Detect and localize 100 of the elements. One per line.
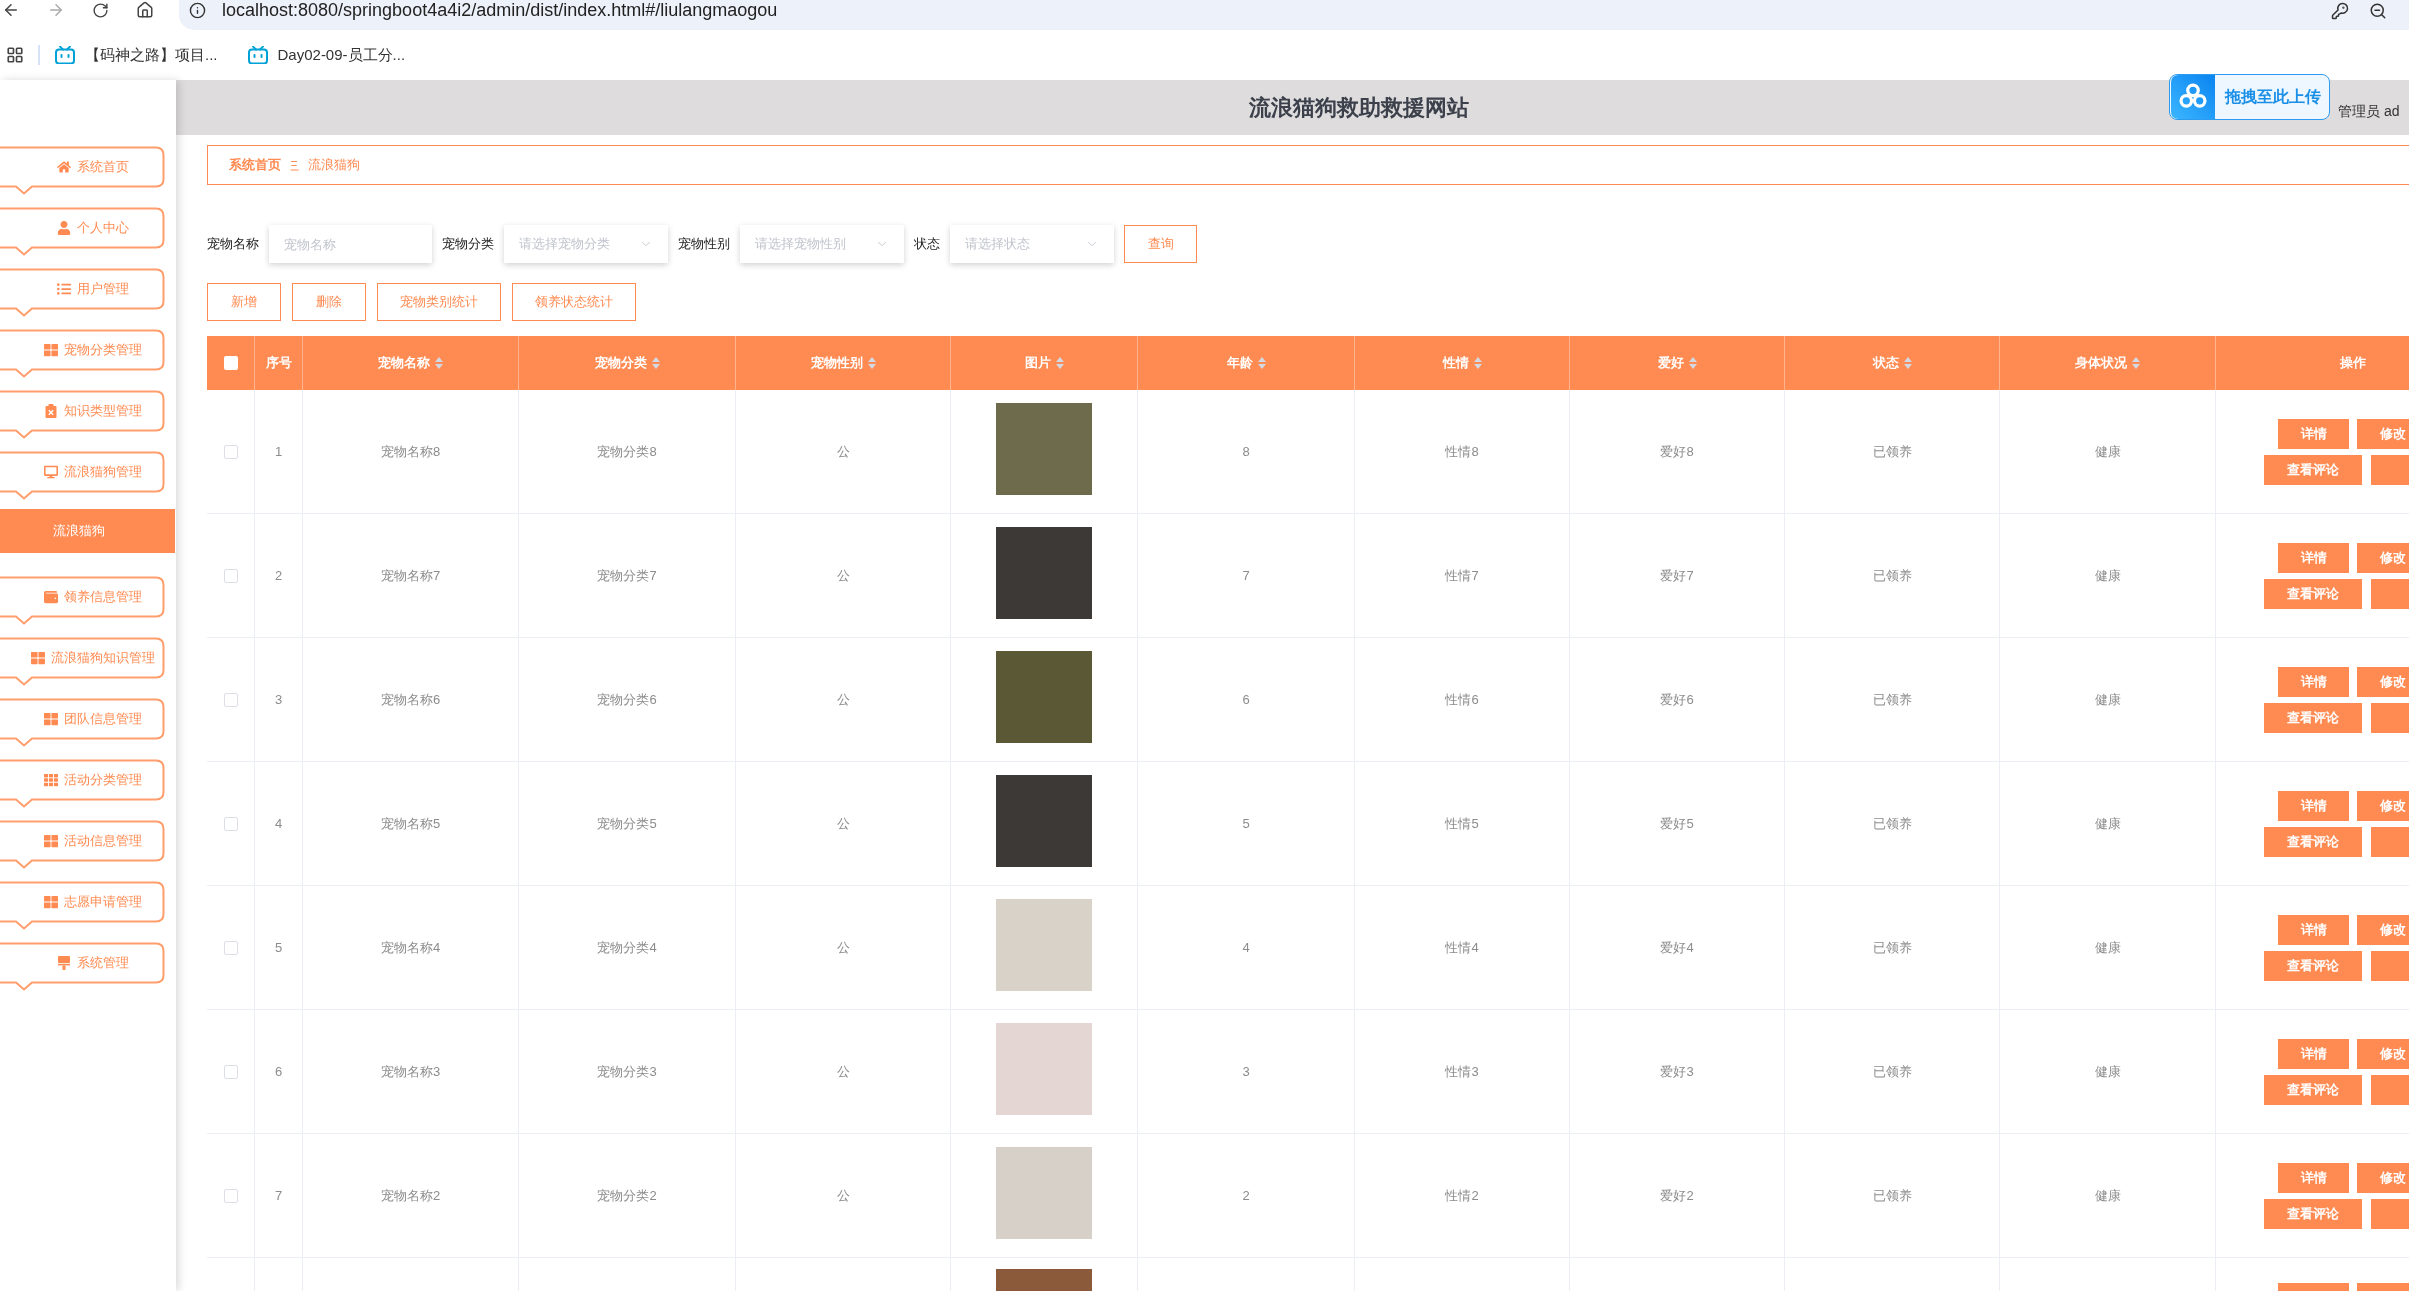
- row-action-button[interactable]: 详情: [2278, 914, 2349, 945]
- sidebar-item[interactable]: 系统管理: [0, 942, 165, 991]
- row-action-button[interactable]: 详情: [2278, 666, 2349, 697]
- row-action-button[interactable]: 查看评论: [2264, 826, 2362, 857]
- table-cell: 爱好5: [1570, 762, 1785, 886]
- column-header[interactable]: 图片: [951, 336, 1138, 390]
- column-header[interactable]: 宠物名称: [303, 336, 519, 390]
- breadcrumb-link[interactable]: 系统首页: [229, 155, 281, 175]
- table-cell: 爱好4: [1570, 886, 1785, 1010]
- sidebar-item[interactable]: 用户管理: [0, 268, 165, 317]
- bookmark-link[interactable]: 【码神之路】项目...: [55, 43, 218, 67]
- home-icon: [56, 160, 71, 174]
- sidebar-item[interactable]: 系统首页: [0, 146, 165, 195]
- row-action-button[interactable]: 查看评论: [2264, 454, 2362, 485]
- zoom-out-icon[interactable]: [2369, 1, 2387, 20]
- table-cell: 宠物名称6: [303, 638, 519, 762]
- tv-icon: [55, 46, 75, 64]
- column-header[interactable]: 状态: [1785, 336, 2000, 390]
- select-field[interactable]: 请选择宠物分类: [504, 225, 668, 263]
- row-checkbox[interactable]: [223, 1188, 238, 1203]
- address-bar[interactable]: localhost:8080/springboot4a4i2/admin/dist/index.html#/liulangmaogou: [179, 0, 2409, 30]
- row-checkbox[interactable]: [223, 1064, 238, 1079]
- row-action-button[interactable]: 查看评论: [2264, 702, 2362, 733]
- sidebar-item[interactable]: 流浪猫狗管理: [0, 451, 165, 500]
- field-label: 状态: [914, 235, 940, 254]
- toolbar-button[interactable]: 删除: [292, 283, 366, 321]
- column-header[interactable]: 宠物分类: [519, 336, 736, 390]
- sidebar-item[interactable]: 志愿申请管理: [0, 881, 165, 930]
- row-action-button[interactable]: 查看评论: [2264, 1198, 2362, 1229]
- table-cell: 爱好8: [1570, 390, 1785, 514]
- sidebar-item[interactable]: 领养信息管理: [0, 576, 165, 625]
- table-cell: 公: [736, 514, 951, 638]
- sort-icon: [1688, 357, 1697, 369]
- row-action-button[interactable]: 详情: [2278, 1162, 2349, 1193]
- toolbar-button[interactable]: 领养状态统计: [512, 283, 636, 321]
- row-checkbox[interactable]: [223, 692, 238, 707]
- row-action-button[interactable]: 修改: [2357, 914, 2409, 945]
- row-action-button[interactable]: 修改: [2357, 418, 2409, 449]
- column-header[interactable]: 宠物性别: [736, 336, 951, 390]
- row-action-button[interactable]: 修改: [2357, 1162, 2409, 1193]
- info-icon[interactable]: [189, 2, 206, 19]
- select-field[interactable]: 请选择状态: [950, 225, 1114, 263]
- toolbar-button[interactable]: 新增: [207, 283, 281, 321]
- apps-icon[interactable]: [6, 46, 24, 64]
- row-action-button[interactable]: 查看评论: [2264, 950, 2362, 981]
- search-input[interactable]: 宠物名称: [269, 225, 432, 263]
- select-all-checkbox[interactable]: [223, 356, 238, 370]
- back-icon[interactable]: [2, 1, 20, 19]
- sidebar-item[interactable]: 活动信息管理: [0, 820, 165, 869]
- sidebar-item[interactable]: 团队信息管理: [0, 698, 165, 747]
- home-icon[interactable]: [136, 1, 154, 19]
- row-action-button[interactable]: 修改: [2357, 1038, 2409, 1069]
- table-cell: 公: [736, 638, 951, 762]
- row-action-button[interactable]: 详情: [2278, 542, 2349, 573]
- grid-icon: [43, 895, 58, 909]
- search-button[interactable]: 查询: [1124, 225, 1197, 263]
- cloud-icon: [2170, 75, 2216, 119]
- row-checkbox[interactable]: [223, 816, 238, 831]
- row-action-button[interactable]: 详情: [2278, 418, 2349, 449]
- row-action-button[interactable]: 查看评论: [2264, 1074, 2362, 1105]
- sidebar-item[interactable]: 知识类型管理: [0, 390, 165, 439]
- table-cell: 性情8: [1355, 390, 1570, 514]
- row-checkbox[interactable]: [223, 940, 238, 955]
- row-checkbox[interactable]: [223, 568, 238, 583]
- table-cell: 宠物名称2: [303, 1134, 519, 1258]
- row-action-button[interactable]: 修改: [2357, 666, 2409, 697]
- reload-icon[interactable]: [92, 1, 109, 19]
- table-cell: 公: [736, 886, 951, 1010]
- column-header: 操作: [2216, 336, 2409, 390]
- table-cell: 3: [255, 638, 303, 762]
- row-action-button[interactable]: 详情: [2278, 1038, 2349, 1069]
- table-cell: 1: [255, 390, 303, 514]
- sidebar-item[interactable]: 个人中心: [0, 207, 165, 256]
- row-action-button[interactable]: 修改: [2357, 542, 2409, 573]
- row-action-button[interactable]: 修改: [2357, 790, 2409, 821]
- row-checkbox[interactable]: [223, 444, 238, 459]
- bookmark-link[interactable]: Day02-09-员工分...: [247, 43, 406, 67]
- table-cell: 已领养: [1785, 638, 2000, 762]
- sidebar-subitem[interactable]: 流浪猫狗: [0, 509, 175, 553]
- table-cell: 6: [255, 1010, 303, 1134]
- column-header[interactable]: 爱好: [1570, 336, 1785, 390]
- sidebar-item[interactable]: 宠物分类管理: [0, 329, 165, 378]
- user-icon: [56, 221, 71, 235]
- table-cell: 性情4: [1355, 886, 1570, 1010]
- select-field[interactable]: 请选择宠物性别: [740, 225, 904, 263]
- user-label: 管理员 ad: [2338, 102, 2400, 119]
- row-action-button[interactable]: 详情: [2278, 790, 2349, 821]
- sidebar-item[interactable]: 流浪猫狗知识管理: [0, 637, 165, 686]
- column-header[interactable]: 年龄: [1138, 336, 1355, 390]
- key-icon[interactable]: [2331, 1, 2349, 20]
- url-text[interactable]: localhost:8080/springboot4a4i2/admin/dist/index.html#/liulangmaogou: [222, 0, 778, 24]
- upload-widget[interactable]: 拖拽至此上传: [2169, 74, 2330, 120]
- column-header[interactable]: 身体状况: [2000, 336, 2216, 390]
- forward-icon[interactable]: [47, 1, 65, 19]
- row-action-button[interactable]: 查看评论: [2264, 578, 2362, 609]
- toolbar-button[interactable]: 宠物类别统计: [377, 283, 501, 321]
- sort-icon: [435, 357, 443, 369]
- table-cell: 宠物分类4: [519, 886, 736, 1010]
- column-header[interactable]: 性情: [1355, 336, 1570, 390]
- sidebar-item[interactable]: 活动分类管理: [0, 759, 165, 808]
